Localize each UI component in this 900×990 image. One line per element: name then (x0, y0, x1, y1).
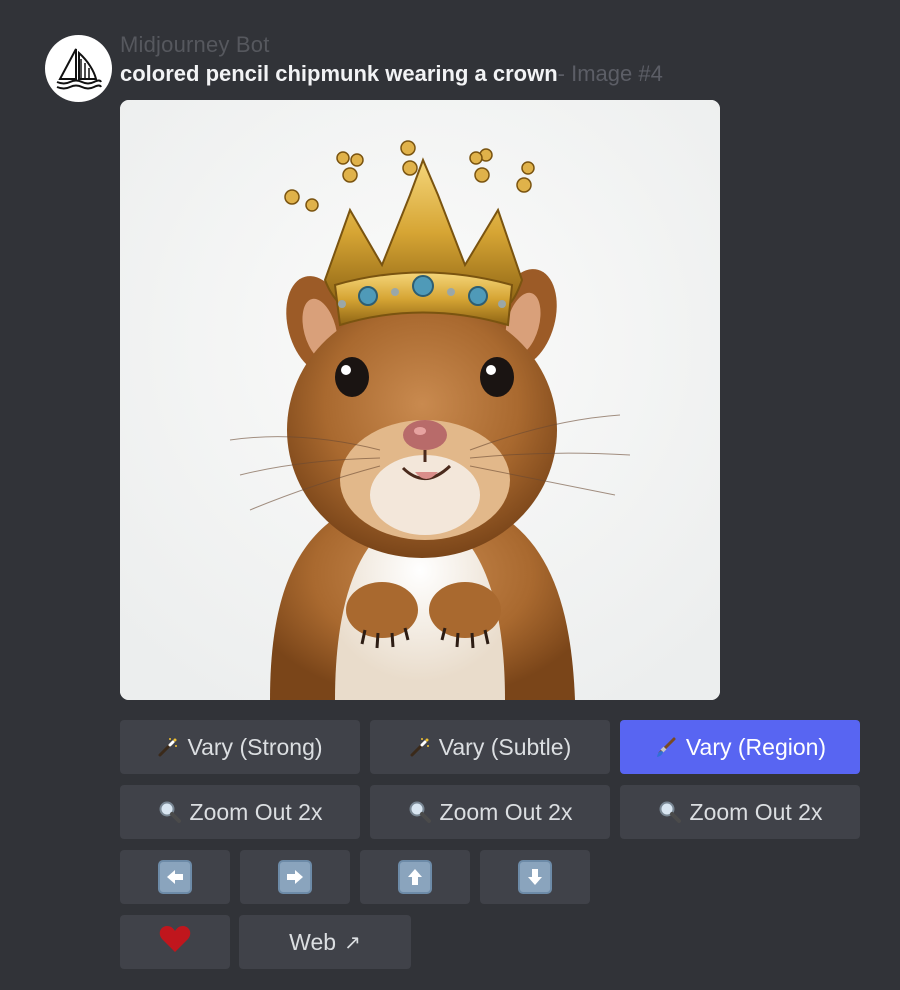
vary-subtle-button[interactable]: Vary (Subtle) (370, 720, 610, 774)
vary-subtle-label: Vary (Subtle) (438, 733, 572, 760)
zoom-out-label: Zoom Out 2x (689, 798, 823, 825)
vary-strong-label: Vary (Strong) (187, 733, 323, 760)
pan-up-button[interactable] (360, 850, 470, 904)
arrow-right-icon (278, 860, 312, 894)
arrow-up-icon (398, 860, 432, 894)
arrow-left-icon (158, 860, 192, 894)
generated-image[interactable] (120, 100, 720, 700)
favorite-button[interactable] (120, 915, 230, 969)
web-label: Web (289, 928, 337, 955)
pan-down-button[interactable] (480, 850, 590, 904)
magnifier-icon (658, 800, 682, 824)
sailboat-icon (56, 48, 102, 89)
arrow-down-icon (518, 860, 552, 894)
magic-wand-icon (409, 736, 431, 758)
zoom-out-button-2[interactable]: Zoom Out 2x (370, 785, 610, 839)
external-link-icon: ↗ (344, 931, 361, 954)
vary-region-label: Vary (Region) (685, 733, 827, 760)
zoom-out-button-3[interactable]: Zoom Out 2x (620, 785, 860, 839)
zoom-out-label: Zoom Out 2x (189, 798, 323, 825)
image-index-text: - Image #4 (557, 61, 663, 86)
vary-region-button[interactable]: Vary (Region) (620, 720, 860, 774)
prompt-text: colored pencil chipmunk wearing a crown (120, 61, 558, 86)
pan-right-button[interactable] (240, 850, 350, 904)
zoom-out-button-1[interactable]: Zoom Out 2x (120, 785, 360, 839)
message-content: colored pencil chipmunk wearing a crown-… (120, 61, 663, 87)
paintbrush-icon (654, 735, 678, 759)
magnifier-icon (158, 800, 182, 824)
heart-icon (159, 925, 191, 959)
magic-wand-icon (157, 736, 179, 758)
bot-avatar[interactable] (45, 35, 112, 102)
web-link-button[interactable]: Web ↗ (239, 915, 411, 969)
zoom-out-label: Zoom Out 2x (439, 798, 573, 825)
pan-left-button[interactable] (120, 850, 230, 904)
vary-strong-button[interactable]: Vary (Strong) (120, 720, 360, 774)
author-name[interactable]: Midjourney Bot (120, 32, 270, 58)
magnifier-icon (408, 800, 432, 824)
